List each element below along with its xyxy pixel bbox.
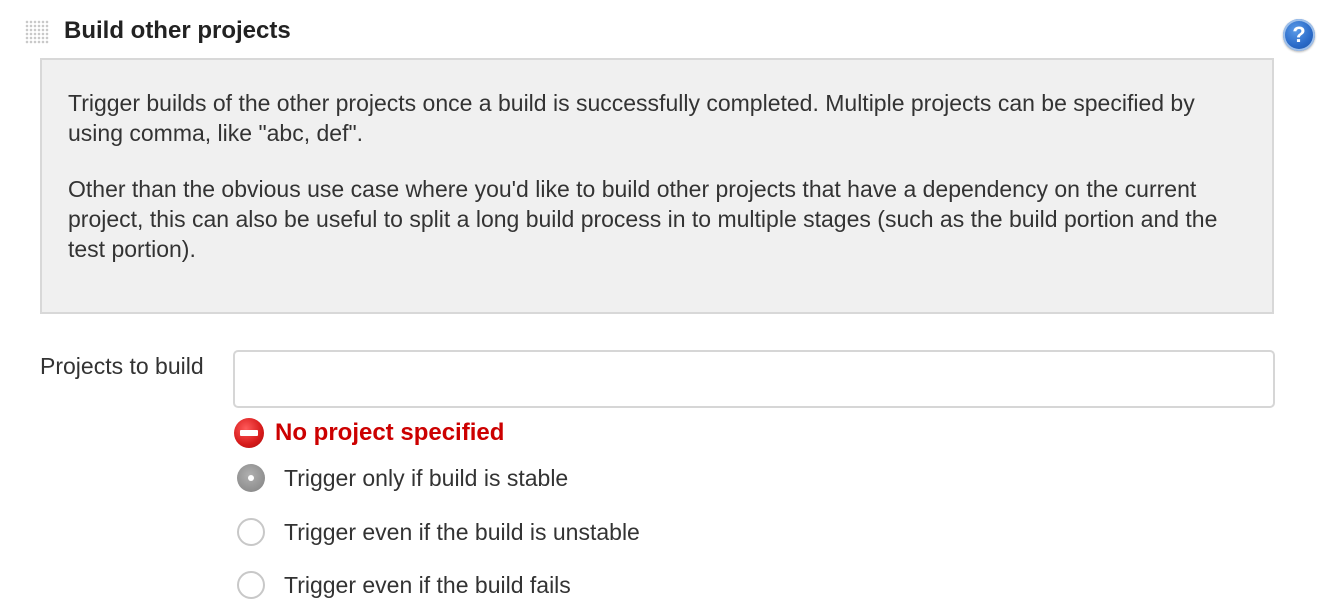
radio-button[interactable] xyxy=(237,571,265,599)
help-icon[interactable]: ? xyxy=(1283,19,1315,51)
build-other-projects-section: Build other projects ? Trigger builds of… xyxy=(0,0,1344,616)
drag-handle-icon[interactable] xyxy=(25,20,49,44)
help-paragraph: Other than the obvious use case where yo… xyxy=(68,176,1218,262)
radio-label[interactable]: Trigger even if the build fails xyxy=(284,572,571,599)
help-paragraph: Trigger builds of the other projects onc… xyxy=(68,90,1195,146)
radio-button[interactable] xyxy=(237,518,265,546)
projects-to-build-label: Projects to build xyxy=(40,353,204,379)
projects-to-build-input[interactable] xyxy=(233,350,1275,408)
section-title: Build other projects xyxy=(64,17,291,44)
radio-label[interactable]: Trigger only if build is stable xyxy=(284,465,568,492)
trigger-option-unstable[interactable]: Trigger even if the build is unstable xyxy=(237,515,640,549)
radio-label[interactable]: Trigger even if the build is unstable xyxy=(284,519,640,546)
trigger-option-fails[interactable]: Trigger even if the build fails xyxy=(237,568,571,602)
trigger-option-stable[interactable]: Trigger only if build is stable xyxy=(237,461,568,495)
validation-error: No project specified xyxy=(234,416,504,450)
radio-button-selected[interactable] xyxy=(237,464,265,492)
error-message: No project specified xyxy=(275,419,505,446)
help-text-box: Trigger builds of the other projects onc… xyxy=(40,58,1274,314)
error-icon xyxy=(234,418,264,448)
